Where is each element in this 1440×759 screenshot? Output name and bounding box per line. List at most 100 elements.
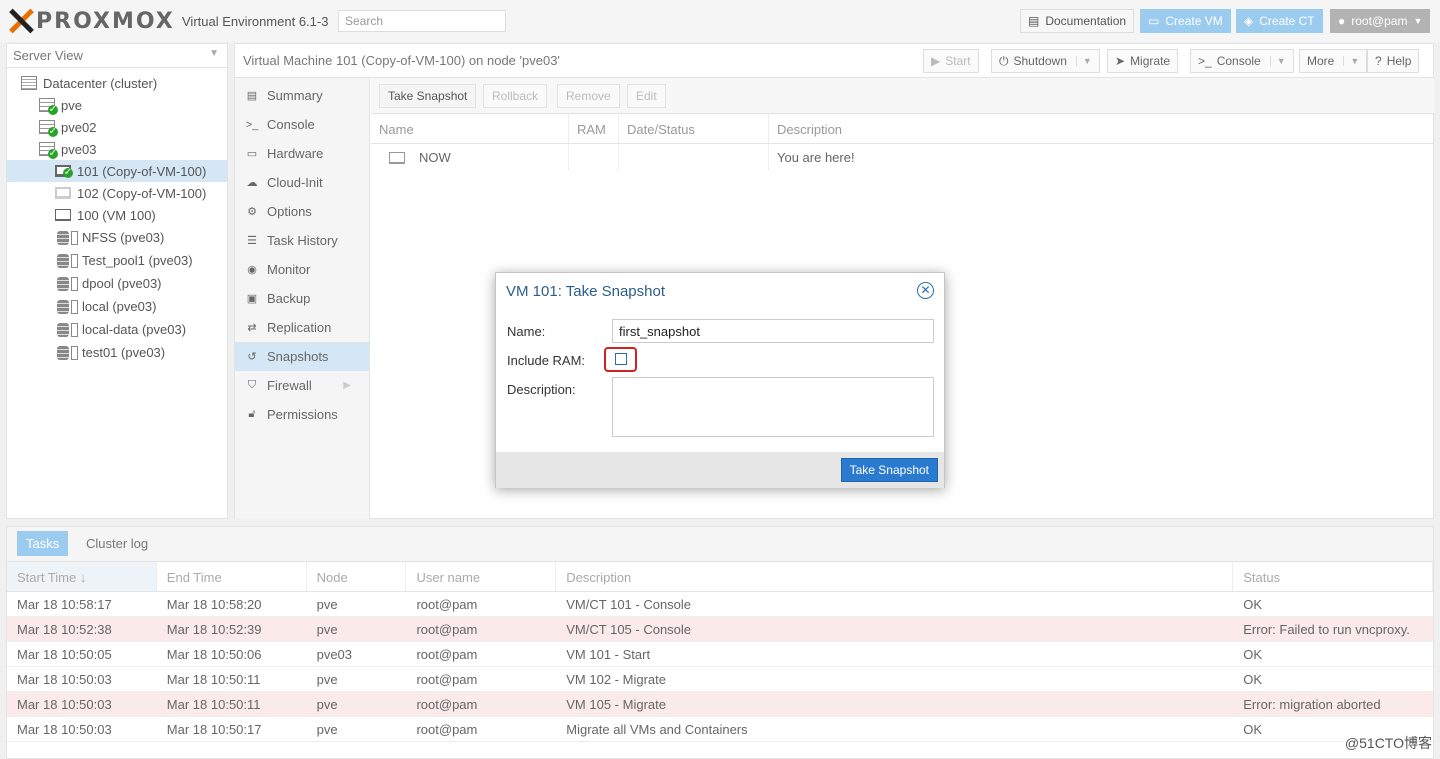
- column-header-ram[interactable]: RAM: [569, 114, 619, 143]
- tab-cluster-log[interactable]: Cluster log: [77, 531, 157, 556]
- shutdown-button[interactable]: ⏻ Shutdown ▼: [991, 49, 1100, 73]
- tree-item-label: 102 (Copy-of-VM-100): [77, 185, 207, 201]
- create-vm-button[interactable]: ▭ Create VM: [1140, 9, 1231, 33]
- column-header-end-time[interactable]: End Time: [157, 562, 307, 591]
- rollback-button[interactable]: Rollback: [483, 84, 548, 108]
- task-node: pve03: [316, 647, 353, 662]
- server-online-icon: [39, 98, 58, 115]
- column-header-name[interactable]: Name: [371, 114, 569, 143]
- task-node: pve: [316, 672, 338, 687]
- remove-button[interactable]: Remove: [557, 84, 620, 108]
- close-icon[interactable]: ✕: [917, 282, 934, 299]
- task-status: Error: migration aborted: [1243, 697, 1381, 712]
- task-end: Mar 18 10:50:11: [166, 697, 261, 712]
- create-ct-button[interactable]: ◈ Create CT: [1236, 9, 1323, 33]
- tasks-grid-header: Start Time ↓ End Time Node User name Des…: [7, 562, 1433, 592]
- snapshot-row[interactable]: NOW You are here!: [371, 144, 1434, 171]
- tree-item-pve[interactable]: pve: [7, 94, 227, 116]
- vm-running-icon: [55, 165, 73, 178]
- nav-label: Summary: [267, 88, 323, 103]
- nav-backup[interactable]: ▣ Backup: [235, 284, 369, 313]
- include-ram-checkbox[interactable]: [615, 353, 627, 365]
- storage-side-icon: [71, 276, 78, 291]
- tree-item-pve02[interactable]: pve02: [7, 116, 227, 138]
- nav-snapshots[interactable]: ↺ Snapshots: [235, 342, 369, 371]
- migrate-button[interactable]: ➤ Migrate: [1107, 49, 1179, 73]
- nav-options[interactable]: ⚙ Options: [235, 197, 369, 226]
- storage-side-icon: [71, 230, 78, 245]
- tree-item-storage-test01[interactable]: test01 (pve03): [7, 341, 227, 364]
- task-row[interactable]: Mar 18 10:50:03 Mar 18 10:50:11 pve root…: [7, 692, 1433, 717]
- tab-tasks[interactable]: Tasks: [17, 531, 69, 556]
- task-node: pve: [316, 722, 338, 737]
- tree-item-pve03[interactable]: pve03: [7, 138, 227, 160]
- task-row[interactable]: Mar 18 10:58:17 Mar 18 10:58:20 pve root…: [7, 592, 1433, 617]
- question-icon: ?: [1375, 54, 1382, 68]
- tree-item-datacenter[interactable]: Datacenter (cluster): [7, 72, 227, 94]
- chevron-down-icon: ▼: [1075, 56, 1092, 66]
- more-button[interactable]: More ▼: [1299, 49, 1368, 73]
- gear-icon: ⚙: [247, 206, 257, 218]
- view-selector[interactable]: Server View ▼: [7, 44, 227, 68]
- cube-icon: ◈: [1244, 14, 1254, 28]
- task-row[interactable]: Mar 18 10:50:03 Mar 18 10:50:17 pve root…: [7, 717, 1433, 742]
- nav-cloud-init[interactable]: ☁ Cloud-Init: [235, 168, 369, 197]
- nav-console[interactable]: >_ Console: [235, 110, 369, 139]
- desktop-icon: ▭: [246, 148, 258, 160]
- description-label: Description:: [507, 382, 576, 397]
- task-status: Error: Failed to run vncproxy.: [1243, 622, 1410, 637]
- desktop-icon: [389, 151, 405, 164]
- tree-item-vm-101[interactable]: 101 (Copy-of-VM-100): [7, 160, 227, 182]
- chevron-down-icon: ▼: [1269, 56, 1286, 66]
- column-header-date[interactable]: Date/Status: [619, 114, 769, 143]
- console-label: Console: [1216, 54, 1261, 68]
- tree-item-storage-dpool[interactable]: dpool (pve03): [7, 272, 227, 295]
- tree-item-storage-local[interactable]: local (pve03): [7, 295, 227, 318]
- task-description: VM 102 - Migrate: [566, 672, 666, 687]
- column-header-user[interactable]: User name: [406, 562, 557, 591]
- server-online-icon: [39, 142, 58, 159]
- vm-template-icon: [55, 209, 71, 221]
- take-snapshot-submit-button[interactable]: Take Snapshot: [840, 458, 938, 482]
- console-button[interactable]: >_ Console ▼: [1190, 49, 1294, 73]
- storage-icon: [57, 322, 69, 337]
- take-snapshot-button[interactable]: Take Snapshot: [379, 84, 477, 108]
- column-header-description[interactable]: Description: [556, 562, 1234, 591]
- column-header-description[interactable]: Description: [769, 114, 1069, 143]
- nav-summary[interactable]: ▤ Summary: [235, 81, 369, 110]
- column-header-node[interactable]: Node: [307, 562, 407, 591]
- column-header-status[interactable]: Status: [1233, 562, 1433, 591]
- search-input[interactable]: Search: [338, 10, 506, 32]
- nav-task-history[interactable]: ☰ Task History: [235, 226, 369, 255]
- column-header-start-time[interactable]: Start Time ↓: [7, 562, 157, 591]
- task-row[interactable]: Mar 18 10:50:05 Mar 18 10:50:06 pve03 ro…: [7, 642, 1433, 667]
- nav-permissions[interactable]: 🔓︎ Permissions: [235, 400, 369, 429]
- snapshot-name-field[interactable]: [612, 319, 934, 343]
- take-snapshot-dialog: VM 101: Take Snapshot ✕ Name: Include RA…: [495, 272, 945, 488]
- tree-item-vm-100[interactable]: 100 (VM 100): [7, 204, 227, 226]
- task-start: Mar 18 10:50:03: [17, 697, 112, 712]
- start-button[interactable]: ▶ Start: [923, 49, 979, 73]
- tree-item-label: Test_pool1 (pve03): [82, 253, 193, 268]
- tree-item-label: 101 (Copy-of-VM-100): [77, 163, 207, 179]
- nav-hardware[interactable]: ▭ Hardware: [235, 139, 369, 168]
- tree-item-storage-local-data[interactable]: local-data (pve03): [7, 318, 227, 341]
- datacenter-icon: [21, 76, 37, 90]
- description-field[interactable]: [612, 377, 934, 437]
- documentation-button[interactable]: ▤ Documentation: [1020, 9, 1135, 33]
- task-row[interactable]: Mar 18 10:52:38 Mar 18 10:52:39 pve root…: [7, 617, 1433, 642]
- task-end: Mar 18 10:58:20: [166, 597, 262, 612]
- tree-item-storage-nfss[interactable]: NFSS (pve03): [7, 226, 227, 249]
- task-row[interactable]: Mar 18 10:50:03 Mar 18 10:50:11 pve root…: [7, 667, 1433, 692]
- nav-monitor[interactable]: ◉ Monitor: [235, 255, 369, 284]
- edit-button[interactable]: Edit: [627, 84, 666, 108]
- tree-item-vm-102[interactable]: 102 (Copy-of-VM-100): [7, 182, 227, 204]
- tree-item-storage-test-pool1[interactable]: Test_pool1 (pve03): [7, 249, 227, 272]
- vm-stopped-icon: [55, 187, 71, 199]
- help-button[interactable]: ? Help: [1367, 49, 1420, 73]
- tree-item-label: pve: [61, 97, 82, 113]
- user-menu-button[interactable]: ● root@pam ▼: [1330, 9, 1431, 33]
- monitor-icon: ▭: [1148, 14, 1160, 28]
- nav-firewall[interactable]: ⛉ Firewall ▶: [235, 371, 369, 400]
- nav-replication[interactable]: ⇄ Replication: [235, 313, 369, 342]
